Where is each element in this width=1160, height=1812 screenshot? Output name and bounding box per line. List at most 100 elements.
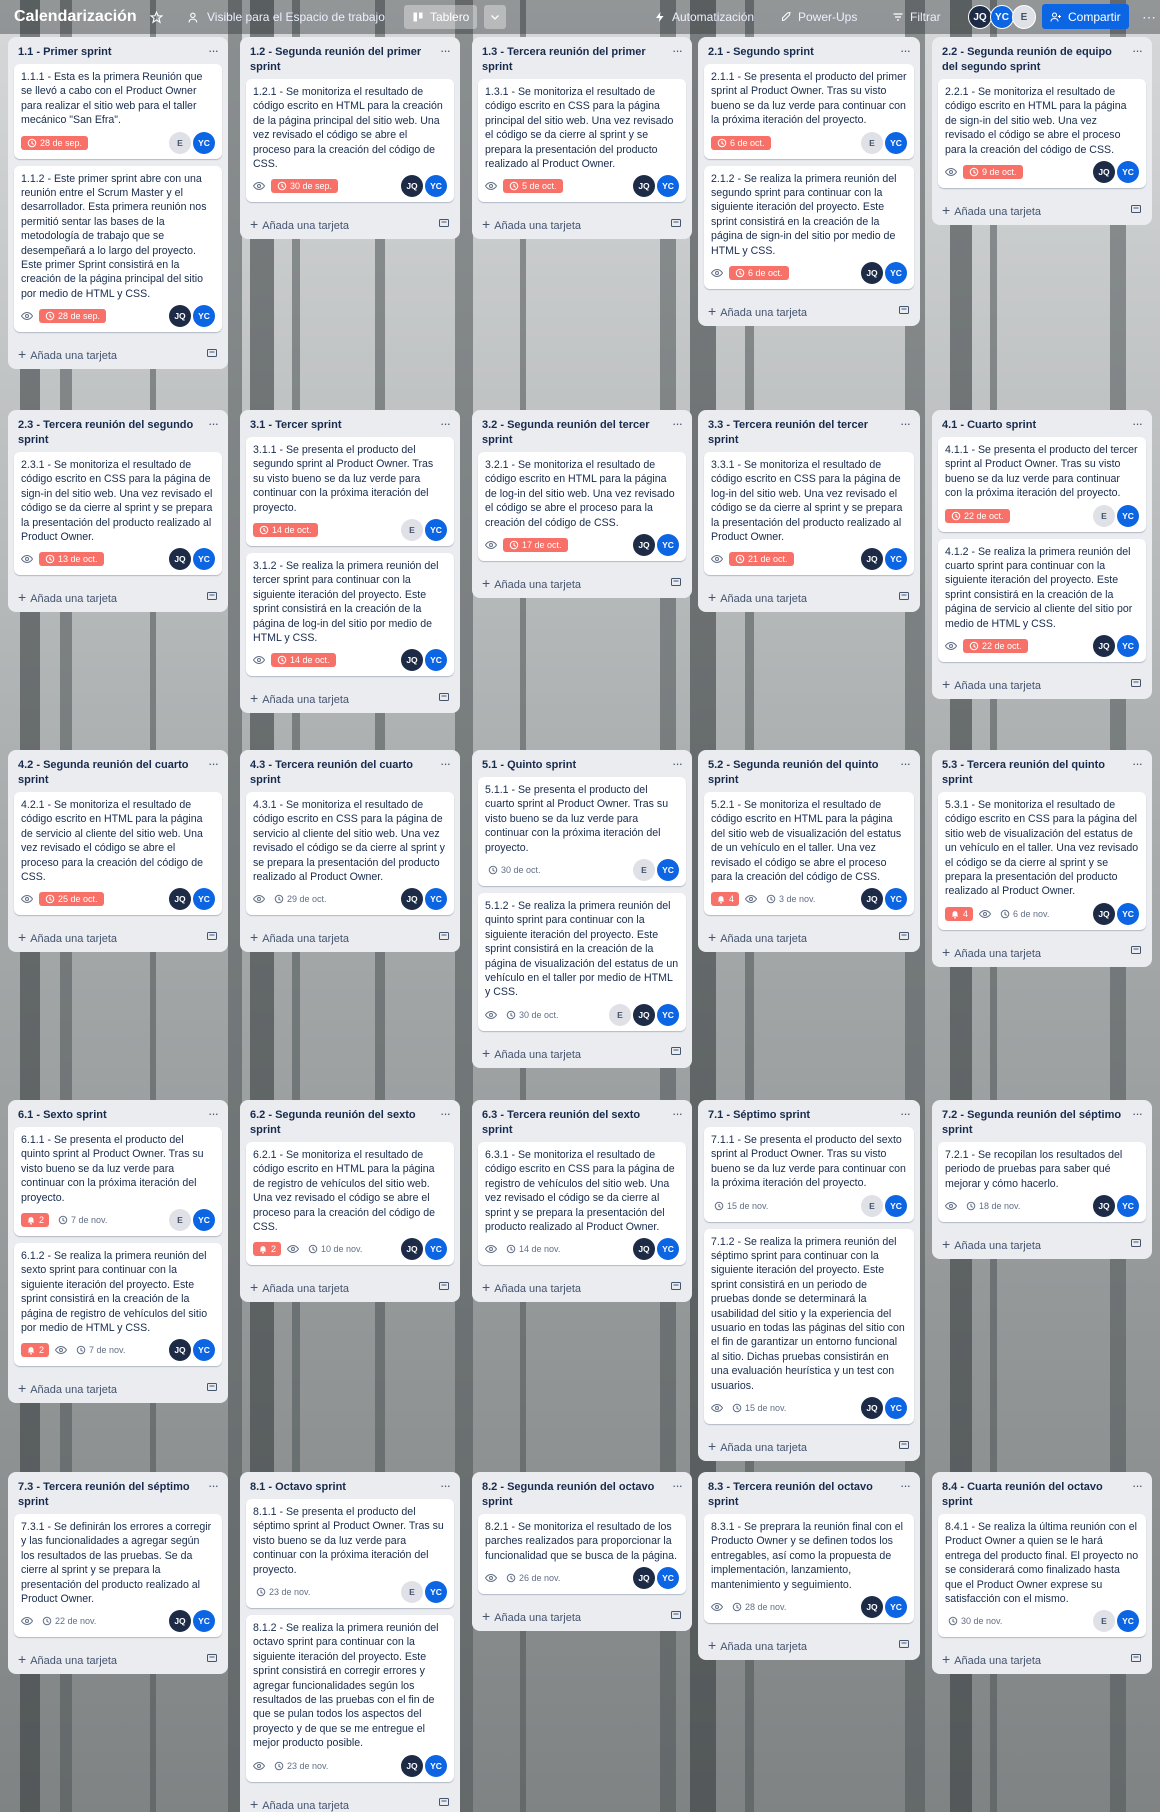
filter-button[interactable]: Filtrar [884, 5, 949, 29]
member-avatar[interactable]: JQ [861, 262, 883, 285]
list-title[interactable]: 7.1 - Séptimo sprint [708, 1108, 896, 1123]
card[interactable]: 7.2.1 - Se recopilan los resultados del … [938, 1142, 1146, 1223]
member-avatar[interactable]: YC [425, 1238, 447, 1261]
due-date-badge[interactable]: 14 de oct. [271, 653, 336, 668]
due-date-badge[interactable]: 7 de nov. [55, 1213, 110, 1227]
list-menu-icon[interactable]: ··· [900, 1107, 911, 1120]
list-title[interactable]: 6.3 - Tercera reunión del sexto sprint [482, 1108, 668, 1138]
list-header[interactable]: 8.3 - Tercera reunión del octavo sprint ·… [704, 1476, 914, 1514]
member-avatar[interactable]: YC [1117, 902, 1139, 925]
list-title[interactable]: 2.3 - Tercera reunión del segundo sprint [18, 418, 204, 448]
due-date-badge[interactable]: 14 de nov. [503, 1242, 563, 1256]
member-avatar[interactable]: E [861, 131, 883, 154]
add-card-button[interactable]: + Añada una tarjeta [478, 1601, 686, 1631]
member-avatar[interactable]: YC [657, 175, 679, 198]
list-header[interactable]: 2.2 - Segunda reunión de equipo del segu… [938, 41, 1146, 79]
add-card-button[interactable]: + Añada una tarjeta [14, 922, 222, 952]
member-avatar[interactable]: YC [425, 888, 447, 911]
member-avatar[interactable]: YC [1117, 635, 1139, 658]
due-date-badge[interactable]: 6 de oct. [729, 266, 789, 281]
member-avatar[interactable]: YC [1117, 161, 1139, 184]
view-switcher-button[interactable] [484, 5, 506, 29]
list-menu-icon[interactable]: ··· [900, 757, 911, 770]
list-menu-icon[interactable]: ··· [900, 44, 911, 57]
card[interactable]: 2.1.2 - Se realiza la primera reunión de… [704, 165, 914, 290]
list-title[interactable]: 1.1 - Primer sprint [18, 45, 204, 60]
board-title[interactable]: Calendarización [14, 8, 137, 26]
member-avatar[interactable]: JQ [401, 649, 423, 672]
member-avatar[interactable]: E [633, 859, 655, 882]
list-title[interactable]: 4.3 - Tercera reunión del cuarto sprint [250, 758, 436, 788]
card[interactable]: 6.1.2 - Se realiza la primera reunión de… [14, 1243, 222, 1367]
member-avatar[interactable]: JQ [861, 888, 883, 911]
list-title[interactable]: 7.3 - Tercera reunión del séptimo sprint [18, 1480, 204, 1510]
member-avatar[interactable]: YC [885, 1397, 907, 1420]
add-card-button[interactable]: + Añada una tarjeta [246, 922, 454, 952]
card[interactable]: 7.3.1 - Se definirán los errores a corre… [14, 1514, 222, 1638]
member-avatar[interactable]: YC [885, 262, 907, 285]
list-title[interactable]: 5.1 - Quinto sprint [482, 758, 668, 773]
list-title[interactable]: 6.1 - Sexto sprint [18, 1108, 204, 1123]
add-card-button[interactable]: + Añada una tarjeta [938, 1644, 1146, 1674]
list-title[interactable]: 5.2 - Segunda reunión del quinto sprint [708, 758, 896, 788]
member-avatar[interactable]: YC [885, 1596, 907, 1619]
create-from-template-button[interactable] [438, 691, 450, 706]
create-from-template-button[interactable] [206, 347, 218, 362]
list-menu-icon[interactable]: ··· [1132, 417, 1143, 430]
create-from-template-button[interactable] [670, 1280, 682, 1295]
member-avatar[interactable]: E [401, 1581, 423, 1604]
list-menu-icon[interactable]: ··· [208, 757, 219, 770]
card[interactable]: 6.2.1 - Se monitoriza el resultado de có… [246, 1142, 454, 1266]
card[interactable]: 8.4.1 - Se realiza la última reunión con… [938, 1514, 1146, 1638]
member-avatar[interactable]: JQ [1093, 902, 1115, 925]
create-from-template-button[interactable] [206, 1381, 218, 1396]
board-view-button[interactable]: Tablero [404, 5, 478, 29]
due-date-badge[interactable]: 28 de nov. [729, 1600, 789, 1614]
create-from-template-button[interactable] [1130, 677, 1142, 692]
member-avatar[interactable]: YC [425, 1754, 447, 1777]
add-card-button[interactable]: + Añada una tarjeta [704, 1630, 914, 1660]
create-from-template-button[interactable] [898, 590, 910, 605]
due-date-badge[interactable]: 28 de sep. [39, 309, 107, 324]
list-menu-icon[interactable]: ··· [440, 1479, 451, 1492]
header-member-avatar[interactable]: JQ [968, 5, 992, 29]
create-from-template-button[interactable] [1130, 944, 1142, 959]
list-menu-icon[interactable]: ··· [208, 1107, 219, 1120]
card[interactable]: 6.3.1 - Se monitoriza el resultado de có… [478, 1142, 686, 1266]
list-menu-icon[interactable]: ··· [208, 44, 219, 57]
member-avatar[interactable]: E [169, 1209, 191, 1232]
member-avatar[interactable]: JQ [169, 305, 191, 328]
due-date-badge[interactable]: 13 de oct. [39, 552, 104, 567]
add-card-button[interactable]: + Añada una tarjeta [14, 1644, 222, 1674]
member-avatar[interactable]: YC [657, 1003, 679, 1026]
due-date-badge[interactable]: 25 de oct. [39, 892, 104, 907]
due-date-badge[interactable]: 30 de oct. [485, 863, 544, 877]
member-avatar[interactable]: YC [193, 1209, 215, 1232]
create-from-template-button[interactable] [438, 1280, 450, 1295]
list-header[interactable]: 7.3 - Tercera reunión del séptimo sprint… [14, 1476, 222, 1514]
member-avatar[interactable]: E [169, 131, 191, 154]
add-card-button[interactable]: + Añada una tarjeta [938, 937, 1146, 967]
list-menu-icon[interactable]: ··· [1132, 1107, 1143, 1120]
member-avatar[interactable]: JQ [861, 548, 883, 571]
list-title[interactable]: 1.3 - Tercera reunión del primer sprint [482, 45, 668, 75]
add-card-button[interactable]: + Añada una tarjeta [478, 1038, 686, 1068]
member-avatar[interactable]: JQ [169, 548, 191, 571]
member-avatar[interactable]: YC [1117, 1195, 1139, 1218]
share-button[interactable]: Compartir [1042, 4, 1129, 29]
list-header[interactable]: 2.1 - Segundo sprint ··· [704, 41, 914, 64]
create-from-template-button[interactable] [1130, 203, 1142, 218]
card[interactable]: 6.1.1 - Se presenta el producto del quin… [14, 1127, 222, 1237]
header-member-avatar[interactable]: YC [990, 5, 1014, 29]
member-avatar[interactable]: YC [1117, 1610, 1139, 1633]
list-title[interactable]: 8.4 - Cuarta reunión del octavo sprint [942, 1480, 1128, 1510]
member-avatar[interactable]: YC [885, 548, 907, 571]
member-avatar[interactable]: YC [193, 305, 215, 328]
list-title[interactable]: 8.3 - Tercera reunión del octavo sprint [708, 1480, 896, 1510]
member-avatar[interactable]: JQ [1093, 635, 1115, 658]
card[interactable]: 2.2.1 - Se monitoriza el resultado de có… [938, 79, 1146, 189]
member-avatar[interactable]: JQ [633, 534, 655, 557]
list-menu-icon[interactable]: ··· [1132, 757, 1143, 770]
member-avatar[interactable]: JQ [401, 888, 423, 911]
member-avatar[interactable]: JQ [401, 175, 423, 198]
